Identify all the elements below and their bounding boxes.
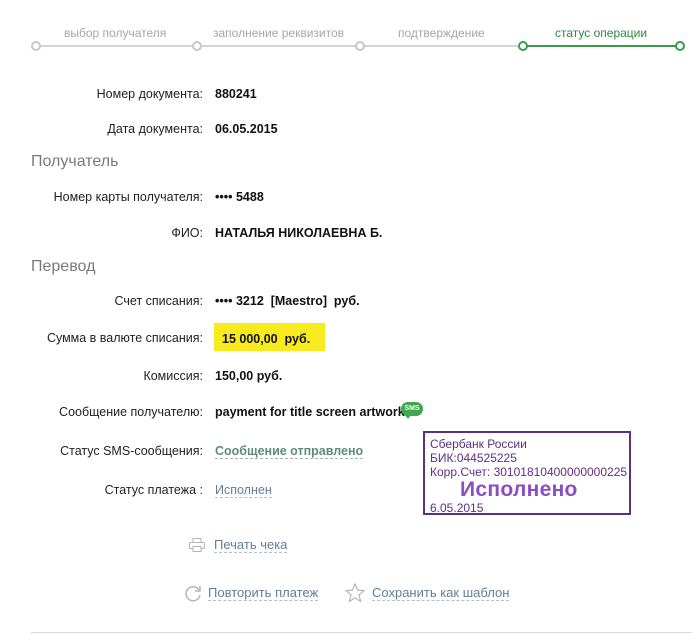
print-receipt-label[interactable]: Печать чека <box>214 537 288 553</box>
amount-row: Сумма в валюте списания: <box>0 331 692 349</box>
printer-icon <box>189 538 205 552</box>
star-icon <box>345 583 365 603</box>
step-dot-4 <box>518 41 528 51</box>
step-confirmation: подтверждение <box>398 26 485 40</box>
account-row: Счет списания: •••• 3212 [Maestro] руб. <box>0 294 692 312</box>
step-dot-end <box>675 41 685 51</box>
stamp-status: Исполнено <box>460 478 578 501</box>
message-row: Сообщение получателю: payment for title … <box>0 405 692 423</box>
amount-label: Сумма в валюте списания: <box>46 331 203 345</box>
name-value: НАТАЛЬЯ НИКОЛАЕВНА Б. <box>215 226 383 240</box>
doc-date-row: Дата документа: 06.05.2015 <box>0 122 692 140</box>
repeat-payment-button[interactable]: Повторить платеж <box>184 585 319 602</box>
doc-number-label: Номер документа: <box>96 87 203 101</box>
step-dot-2 <box>192 41 202 51</box>
step-fill-details: заполнение реквизитов <box>213 26 345 40</box>
stamp-corr-account: Корр.Счет: 30101810400000000225 <box>430 465 628 479</box>
step-select-recipient: выбор получателя <box>64 26 167 40</box>
card-label: Номер карты получателя: <box>53 190 203 204</box>
stamp-bik: БИК:044525225 <box>430 451 517 465</box>
name-row: ФИО: НАТАЛЬЯ НИКОЛАЕВНА Б. <box>0 226 692 244</box>
save-template-label[interactable]: Сохранить как шаблон <box>372 585 510 601</box>
repeat-payment-label[interactable]: Повторить платеж <box>208 585 319 601</box>
message-label: Сообщение получателю: <box>59 405 203 419</box>
doc-number-row: Номер документа: 880241 <box>0 87 692 105</box>
account-label: Счет списания: <box>114 294 203 308</box>
print-receipt-button[interactable]: Печать чека <box>189 537 288 553</box>
stamp-bank-name: Сбербанк России <box>430 437 527 451</box>
fee-row: Комиссия: 150,00 руб. <box>0 369 692 387</box>
step-dot-3 <box>355 41 365 51</box>
amount-value: 15 000,00 руб. <box>222 332 311 346</box>
fee-label: Комиссия: <box>143 369 203 383</box>
bottom-divider <box>31 632 692 633</box>
doc-date-label: Дата документа: <box>107 122 203 136</box>
doc-date-value: 06.05.2015 <box>215 122 278 136</box>
recipient-section-title: Получатель <box>31 153 119 170</box>
refresh-icon <box>185 586 201 602</box>
bank-stamp: Сбербанк России БИК:044525225 Корр.Счет:… <box>423 431 631 515</box>
payment-status-link[interactable]: Исполнен <box>215 483 272 498</box>
name-label: ФИО: <box>171 226 203 240</box>
step-operation-status: статус операции <box>555 26 648 40</box>
transfer-section-title: Перевод <box>31 258 96 275</box>
save-template-button[interactable]: Сохранить как шаблон <box>345 583 510 603</box>
sms-status-label: Статус SMS-сообщения: <box>60 444 203 458</box>
step-dot-1 <box>31 41 41 51</box>
sms-status-link[interactable]: Сообщение отправлено <box>215 444 364 459</box>
progress-steps: выбор получателя заполнение реквизитов п… <box>0 0 692 60</box>
card-row: Номер карты получателя: •••• 5488 <box>0 190 692 208</box>
progress-track-active <box>523 45 680 47</box>
account-value: •••• 3212 [Maestro] руб. <box>215 294 360 308</box>
sms-icon: SMS <box>401 402 423 419</box>
payment-status-label: Статус платежа : <box>104 483 203 497</box>
progress-track-done <box>35 45 523 47</box>
stamp-date: 6.05.2015 <box>430 501 484 515</box>
fee-value: 150,00 руб. <box>215 369 283 383</box>
doc-number-value: 880241 <box>215 87 257 101</box>
message-value: payment for title screen artwork <box>215 405 405 419</box>
card-value: •••• 5488 <box>215 190 264 204</box>
